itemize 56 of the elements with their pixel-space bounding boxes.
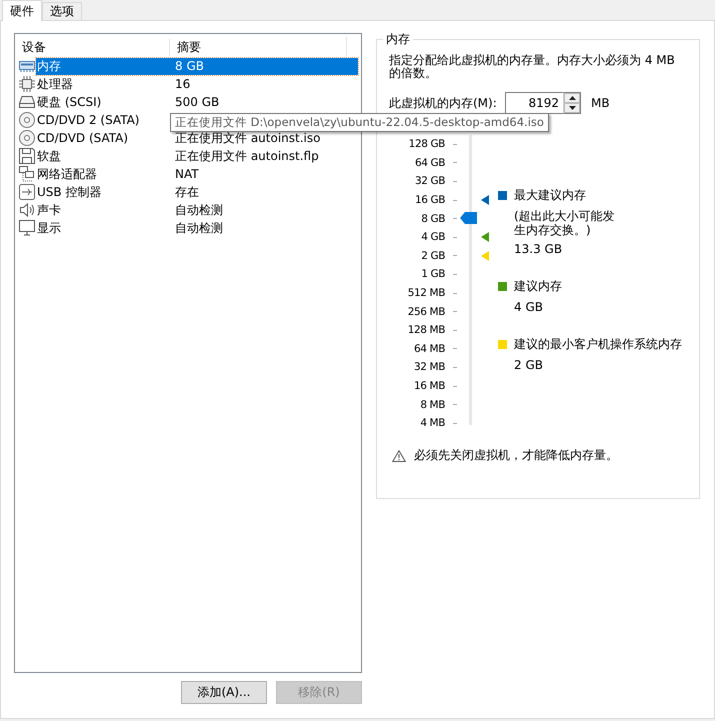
tick-label: 64 GB [414, 156, 445, 169]
tick-label: 4 MB [419, 417, 445, 430]
device-row[interactable]: USB 控制器 存在 [36, 184, 358, 200]
tick-label: 1 GB [420, 268, 445, 280]
legend-title: 最大建议内存 [514, 187, 586, 204]
device-row[interactable]: 硬盘 (SCSI) 500 GB [36, 94, 358, 110]
device-row[interactable]: 软盘 正在使用文件 autoinst.flp [36, 148, 358, 164]
column-header[interactable]: 摘要 [170, 38, 201, 56]
tick-label: 16 GB [414, 194, 445, 206]
warning-text: 必须先关闭虚拟机，才能降低内存量。 [414, 447, 618, 464]
tick-label: 8 GB [420, 212, 445, 225]
legend-title: 建议内存 [514, 278, 562, 295]
column-header[interactable]: 设备 [15, 38, 170, 56]
chip-icon [19, 76, 35, 92]
slider-thumb[interactable] [460, 212, 477, 224]
device-row[interactable]: 内存 8 GB [36, 58, 358, 74]
tick-label: 16 MB [413, 380, 445, 392]
up-arrow-icon[interactable] [568, 96, 576, 100]
tick-label: 4 GB [420, 231, 445, 244]
network-icon [19, 166, 35, 182]
tick-label: 32 MB [413, 361, 445, 374]
tick-label: 256 MB [406, 306, 445, 318]
tick-label: 512 MB [406, 287, 445, 300]
legend-value: 4 GB [514, 300, 544, 314]
disc-icon [19, 130, 35, 146]
tab[interactable]: 选项 [42, 2, 82, 20]
speaker-icon [19, 203, 35, 217]
number-field[interactable]: 8192 [505, 92, 563, 114]
tick-label: 8 MB [419, 398, 445, 411]
device-row[interactable]: 声卡 自动检测 [36, 202, 358, 218]
button[interactable]: 添加(A)... [181, 681, 267, 704]
usb-icon [19, 184, 35, 200]
device-row[interactable]: 网络适配器 NAT [36, 166, 358, 182]
legend-value: 2 GB [514, 358, 544, 372]
monitor-icon [19, 220, 35, 236]
tick-label: 64 MB [413, 342, 445, 355]
floppy-icon [19, 148, 35, 164]
memory-icon [19, 60, 35, 72]
field-label: 此虚拟机的内存(M): [389, 94, 498, 112]
down-arrow-icon[interactable] [568, 106, 576, 110]
tick-label: 128 GB [408, 138, 445, 150]
tick-label: 2 GB [420, 250, 445, 262]
device-row[interactable]: 显示 自动检测 [36, 220, 358, 236]
warning-icon [392, 450, 406, 462]
description: 指定分配给此虚拟机的内存量。内存大小必须为 4 MB 的倍数。 [389, 54, 676, 80]
legend-note: (超出此大小可能发生内存交换。) [514, 209, 616, 237]
legend-value: 13.3 GB [514, 242, 564, 256]
tab[interactable]: 硬件 [2, 0, 42, 21]
device-row[interactable]: CD/DVD (SATA) 正在使用文件 autoinst.iso [36, 130, 358, 146]
tick-label: 32 GB [414, 175, 445, 188]
legend-title: 建议的最小客户机操作系统内存 [514, 336, 682, 353]
disc-icon [19, 112, 35, 128]
tick-label: 128 MB [406, 324, 445, 336]
device-row[interactable]: 处理器 16 [36, 76, 358, 92]
unit-label: MB [591, 96, 610, 110]
tooltip: 正在使用文件 D:\openvela\zy\ubuntu-22.04.5-desktop-amd64.iso [170, 113, 549, 132]
